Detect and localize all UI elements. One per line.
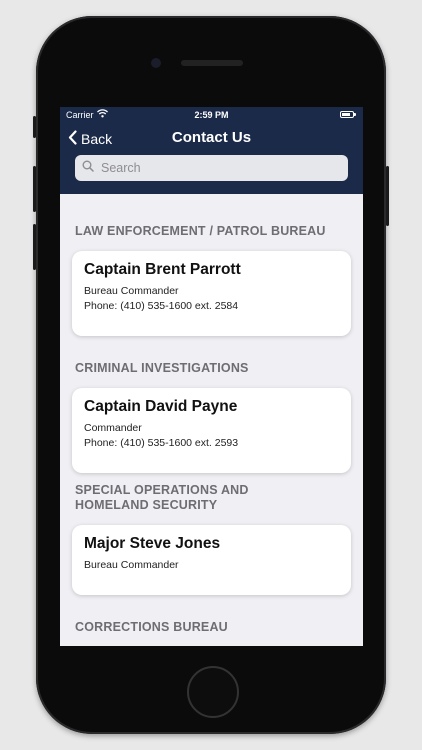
contact-role: Bureau Commander xyxy=(84,285,179,297)
volume-up-button xyxy=(33,166,36,212)
contact-role: Commander xyxy=(84,422,142,434)
section-header-corrections: CORRECTIONS BUREAU xyxy=(75,620,228,634)
contact-card-parrott[interactable]: Captain Brent Parrott Bureau Commander P… xyxy=(72,251,351,336)
section-header-criminal-investigations: CRIMINAL INVESTIGATIONS xyxy=(75,361,249,375)
page-title: Contact Us xyxy=(171,129,252,146)
section-header-line: SPECIAL OPERATIONS AND xyxy=(75,483,249,497)
section-header-special-operations: SPECIAL OPERATIONS AND HOMELAND SECURITY xyxy=(75,483,249,513)
search-bar[interactable] xyxy=(75,155,348,181)
power-button xyxy=(386,166,389,226)
front-camera xyxy=(151,58,161,68)
contact-phone: Phone: (410) 535-1600 ext. 2584 xyxy=(84,300,239,312)
contact-name: Captain David Payne xyxy=(84,398,238,415)
search-input[interactable] xyxy=(99,160,333,176)
battery-icon xyxy=(340,111,356,118)
section-header-law-enforcement: LAW ENFORCEMENT / PATROL BUREAU xyxy=(75,224,326,238)
screen: Carrier 2:59 PM Back Contact Us LAW ENFO… xyxy=(60,107,363,646)
contact-role: Bureau Commander xyxy=(84,559,179,571)
contact-card-payne[interactable]: Captain David Payne Commander Phone: (41… xyxy=(72,388,351,473)
contact-name: Major Steve Jones xyxy=(84,535,221,552)
navigation-bar: Carrier 2:59 PM Back Contact Us xyxy=(60,107,363,194)
section-header-line: HOMELAND SECURITY xyxy=(75,498,218,512)
status-bar: Carrier 2:59 PM xyxy=(60,107,363,123)
search-icon xyxy=(82,159,94,177)
status-time: 2:59 PM xyxy=(194,110,229,120)
contact-name: Captain Brent Parrott xyxy=(84,261,241,278)
mute-switch xyxy=(33,116,36,138)
contact-phone: Phone: (410) 535-1600 ext. 2593 xyxy=(84,437,239,449)
earpiece-speaker xyxy=(181,60,243,66)
volume-down-button xyxy=(33,224,36,270)
home-button[interactable] xyxy=(187,666,239,718)
contact-card-jones[interactable]: Major Steve Jones Bureau Commander xyxy=(72,525,351,595)
